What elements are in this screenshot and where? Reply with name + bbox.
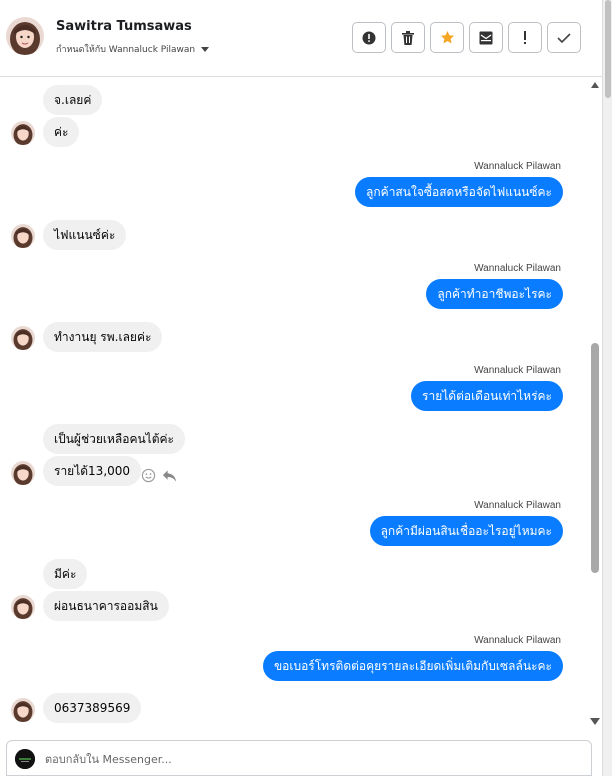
outgoing-message: ขอเบอร์โทรติดต่อคุยรายละเอียดเพิ่มเติมกั… — [262, 651, 563, 681]
star-button[interactable] — [430, 22, 464, 53]
conversation-header: Sawitra Tumsawas กำหนดให้กับ Wannaluck P… — [0, 0, 612, 77]
incoming-message: เป็นผู้ช่วยเหลือคนไต้ค่ะ — [43, 424, 185, 454]
spam-button[interactable] — [352, 22, 386, 53]
alert-circle-icon — [362, 31, 376, 44]
scroll-up-arrow-icon[interactable] — [591, 82, 599, 88]
follow-up-button[interactable] — [508, 22, 542, 53]
contact-avatar-small — [11, 595, 35, 619]
contact-avatar-small — [11, 698, 35, 722]
react-icon[interactable] — [141, 468, 156, 483]
outgoing-message: ลูกค้ามีผ่อนสินเชื่ออะไรอยู่ไหมคะ — [369, 516, 563, 546]
incoming-message: ค่ะ — [43, 117, 80, 147]
assignee-label: กำหนดให้กับ Wannaluck Pilawan — [56, 45, 196, 55]
outgoing-message: ลูกค้าสนใจซื้อสดหรือจัดไฟแนนซ์คะ — [355, 177, 563, 207]
incoming-message: ทำงานยุ รพ.เลยค่ะ — [43, 322, 163, 352]
message-actions — [141, 468, 177, 483]
incoming-message: มีค่ะ — [43, 559, 88, 589]
incoming-message: 0637389569 — [43, 693, 142, 723]
sender-name: Wannaluck Pilawan — [474, 365, 561, 376]
incoming-message: ผ่อนธนาคารออมสิน — [43, 591, 169, 621]
scroll-down-arrow-icon[interactable] — [590, 718, 600, 725]
contact-avatar-small — [11, 121, 35, 145]
incoming-message: รายได้13,000 — [43, 456, 142, 486]
contact-avatar-small — [11, 326, 35, 350]
contact-avatar[interactable] — [6, 17, 44, 55]
delete-button[interactable] — [391, 22, 425, 53]
scrollbar-thumb[interactable] — [591, 343, 599, 573]
incoming-message: ไฟแนนซ์ค่ะ — [43, 220, 127, 250]
envelope-icon — [479, 31, 493, 44]
page-scrollbar-thumb[interactable] — [605, 0, 611, 98]
contact-avatar-small — [11, 224, 35, 248]
reply-icon[interactable] — [162, 469, 177, 483]
sender-name: Wannaluck Pilawan — [474, 500, 561, 511]
incoming-message: จ.เลยค่ — [43, 85, 103, 115]
exclamation-icon — [524, 30, 526, 44]
outgoing-message: รายได้ต่อเดือนเท่าไหร่คะ — [411, 381, 563, 411]
contact-avatar-small — [11, 461, 35, 485]
trash-icon — [402, 30, 414, 45]
sender-name: Wannaluck Pilawan — [474, 263, 561, 274]
conversation-toolbar — [352, 22, 581, 53]
chevron-down-icon — [201, 46, 210, 52]
message-thread: จ.เลยค่ ค่ะ Wannaluck Pilawan ลูกค้าสนใจ… — [0, 77, 602, 734]
page-scrollbar[interactable] — [602, 0, 612, 776]
reply-input[interactable] — [45, 750, 545, 768]
thread-scrollbar[interactable] — [587, 77, 602, 734]
done-button[interactable] — [547, 22, 581, 53]
assignee-dropdown[interactable]: กำหนดให้กับ Wannaluck Pilawan — [56, 42, 210, 56]
sender-name: Wannaluck Pilawan — [474, 161, 561, 172]
mark-unread-button[interactable] — [469, 22, 503, 53]
check-icon — [557, 32, 571, 43]
reply-composer — [6, 740, 592, 776]
page-avatar — [15, 749, 35, 769]
outgoing-message: ลูกค้าทำอาชีพอะไรคะ — [426, 279, 563, 309]
sender-name: Wannaluck Pilawan — [474, 635, 561, 646]
contact-name: Sawitra Tumsawas — [56, 19, 192, 34]
star-icon — [440, 30, 454, 44]
